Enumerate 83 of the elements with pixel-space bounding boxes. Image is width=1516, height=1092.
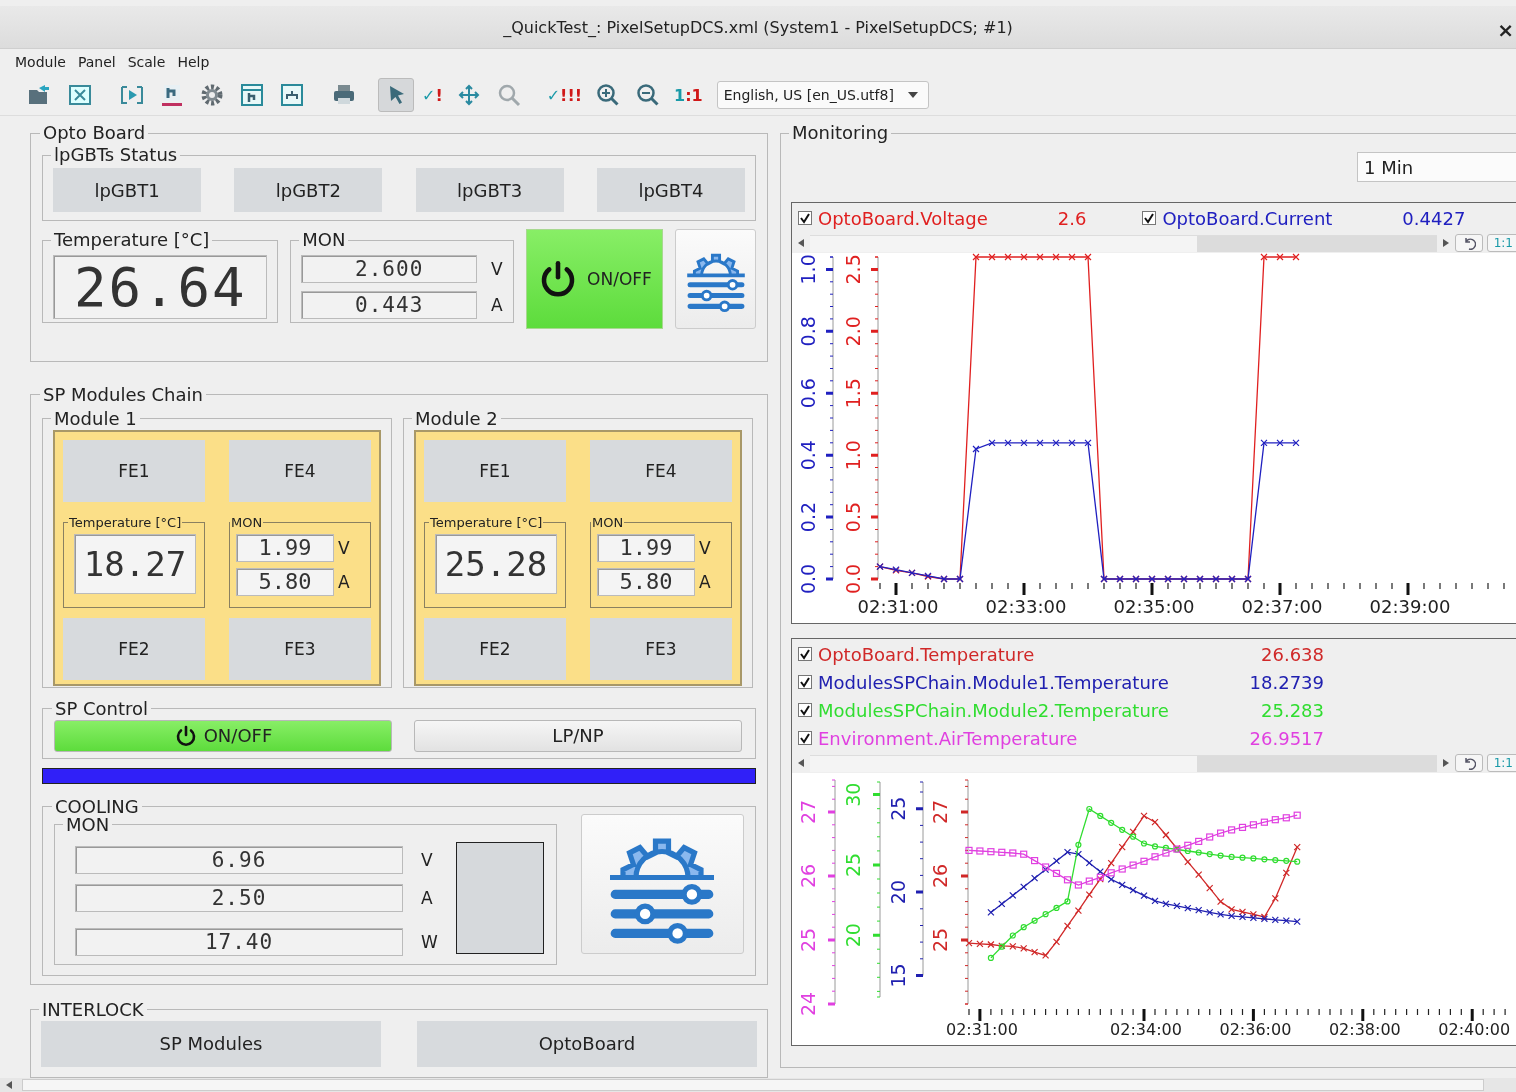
reading-display: 2.600 <box>301 255 478 283</box>
series-name: OptoBoard.Temperature <box>818 643 1036 665</box>
reading-display: 0.443 <box>301 291 478 319</box>
group-title: Temperature [°C] <box>53 229 211 251</box>
reading-display: 5.80 <box>236 567 334 596</box>
unit-label: A <box>699 571 711 592</box>
series-name: OptoBoard.Voltage <box>818 207 988 229</box>
axis-label: 02:34:00 <box>1110 1020 1182 1039</box>
series-name: Environment.AirTemperature <box>818 727 1079 749</box>
axis-label: 2.0 <box>842 316 864 347</box>
group-title: Monitoring <box>791 122 890 144</box>
axis-label: 02:37:00 <box>1241 596 1323 617</box>
reading-display: 1.99 <box>597 533 695 562</box>
group-title: SP Modules Chain <box>42 383 204 406</box>
axis-label: 02:39:00 <box>1369 596 1451 617</box>
group-title: Temperature [°C] <box>68 513 183 532</box>
axis-label: 25 <box>929 927 951 953</box>
unit-label: V <box>491 259 503 279</box>
unit-label: A <box>338 571 350 592</box>
reading-display: 5.80 <box>597 567 695 596</box>
axis-label: 0.4 <box>797 440 819 471</box>
axis-label: 20 <box>842 923 864 948</box>
axis-label: 0.8 <box>797 316 819 347</box>
temperature-display: 25.28 <box>435 533 557 594</box>
axis-label: 02:36:00 <box>1219 1020 1292 1039</box>
axis-label: 02:31:00 <box>857 596 939 617</box>
temperature-display: 26.64 <box>53 255 268 319</box>
group-title: Module 2 <box>414 407 499 430</box>
axis-label: 0.2 <box>797 501 819 533</box>
axis-label: 24 <box>797 991 819 1017</box>
axis-label: 25 <box>797 927 819 953</box>
series-name: ModulesSPChain.Module1.Temperature <box>818 671 1170 693</box>
series-value: 0.4427 <box>1402 207 1466 229</box>
group-title: Temperature [°C] <box>429 513 544 532</box>
group-title: MON <box>230 513 264 532</box>
series-value: 25.283 <box>1260 699 1324 721</box>
series-value: 18.2739 <box>1248 671 1324 693</box>
group-title: SP Control <box>54 697 150 720</box>
group-title: MON <box>591 513 625 532</box>
axis-label: 02:31:00 <box>946 1020 1018 1039</box>
axis-label: 1.0 <box>842 440 864 471</box>
reading-display: 6.96 <box>75 845 403 874</box>
axis-label: 25 <box>887 796 909 821</box>
axis-label: 20 <box>887 880 909 905</box>
series-value: 2.6 <box>1057 207 1087 229</box>
axis-label: 2.5 <box>842 254 864 285</box>
series-name: ModulesSPChain.Module2.Temperature <box>818 699 1170 721</box>
axis-label: 02:38:00 <box>1328 1020 1401 1039</box>
axis-label: 02:40:00 <box>1438 1020 1511 1039</box>
axis-label: 02:35:00 <box>1113 596 1195 617</box>
unit-label: V <box>699 537 711 558</box>
axis-label: 0.0 <box>797 563 819 595</box>
axis-label: 25 <box>842 852 864 877</box>
axis-label: 26 <box>797 863 819 889</box>
axis-label: 27 <box>929 799 951 825</box>
axis-label: 15 <box>887 963 909 988</box>
axis-label: 0.5 <box>842 501 864 533</box>
unit-label: V <box>338 537 350 558</box>
reading-display: 2.50 <box>75 883 403 912</box>
unit-label: A <box>491 295 503 315</box>
series-value: 26.9517 <box>1248 727 1324 749</box>
group-title: Opto Board <box>42 122 147 144</box>
series-value: 26.638 <box>1260 643 1324 665</box>
reading-display: 17.40 <box>75 927 403 956</box>
group-title: MON <box>301 229 347 251</box>
axis-label: 27 <box>797 799 819 825</box>
axis-label: 02:33:00 <box>985 596 1067 617</box>
axis-label: 26 <box>929 863 951 889</box>
group-title: lpGBTs Status <box>53 144 179 166</box>
axis-label: 0.0 <box>842 563 864 595</box>
axis-label: 0.6 <box>797 378 819 409</box>
group-title: INTERLOCK <box>41 998 145 1021</box>
axis-label: 1.0 <box>797 254 819 285</box>
reading-display: 1.99 <box>236 533 334 562</box>
series-name: OptoBoard.Current <box>1162 207 1333 229</box>
group-title: Module 1 <box>53 407 138 430</box>
unit-label: W <box>421 931 438 952</box>
axis-label: 30 <box>842 782 864 807</box>
temperature-display: 18.27 <box>74 533 196 594</box>
unit-label: A <box>421 887 433 908</box>
window-title: _QuickTest_: PixelSetupDCS.xml (System1 - PixelSetupDCS; #1) <box>503 17 1013 37</box>
axis-label: 1.5 <box>842 378 864 409</box>
unit-label: V <box>421 849 433 870</box>
